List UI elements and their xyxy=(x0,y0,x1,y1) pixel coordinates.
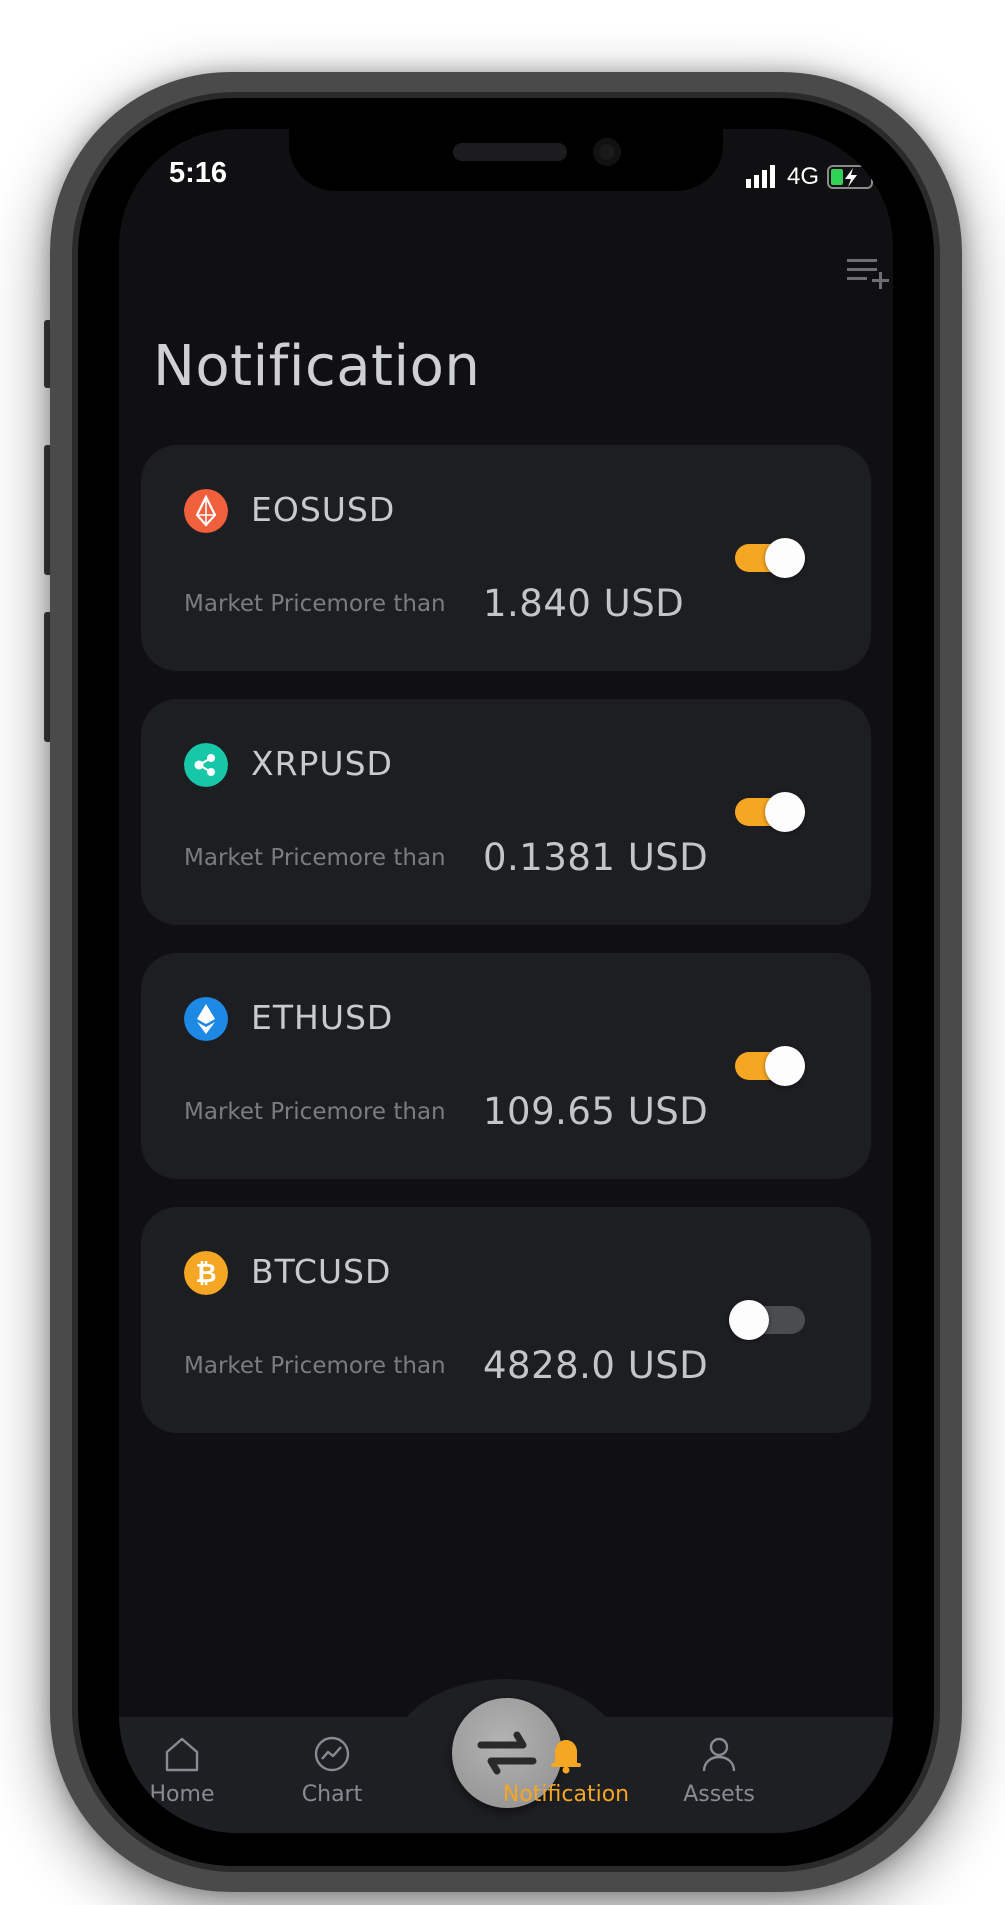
toggle-knob xyxy=(765,792,805,832)
alert-price: 109.65 USD xyxy=(483,1090,709,1133)
home-icon xyxy=(165,1737,199,1772)
tab-home[interactable]: Home xyxy=(119,1734,252,1807)
tab-label-home: Home xyxy=(149,1782,215,1807)
tab-label-chart: Chart xyxy=(301,1782,363,1807)
svg-text:₿: ₿ xyxy=(195,1259,216,1289)
user-icon xyxy=(702,1737,736,1772)
alert-toggle-on[interactable] xyxy=(735,792,805,832)
bell-icon xyxy=(551,1740,581,1774)
alert-condition: Market Pricemore than xyxy=(184,1353,446,1379)
pair-name: XRPUSD xyxy=(251,744,393,783)
alert-condition: Market Pricemore than xyxy=(184,1099,446,1125)
alert-condition: Market Pricemore than xyxy=(184,591,446,617)
alert-card-ethusd: ETHUSD Market Pricemore than 109.65 USD xyxy=(141,953,871,1179)
alert-price: 4828.0 USD xyxy=(483,1344,709,1387)
front-camera xyxy=(593,138,621,166)
chart-icon xyxy=(314,1736,350,1772)
toggle-knob xyxy=(765,538,805,578)
speaker-grille xyxy=(453,143,567,161)
tab-assets[interactable]: Assets xyxy=(649,1734,789,1807)
eth-icon xyxy=(184,997,228,1041)
alert-card-eosusd: EOSUSD Market Pricemore than 1.840 USD xyxy=(141,445,871,671)
alert-toggle-off[interactable] xyxy=(729,1300,805,1340)
alert-card-xrpusd: XRPUSD Market Pricemore than 0.1381 USD xyxy=(141,699,871,925)
tab-notification[interactable]: Notification xyxy=(496,1734,636,1807)
add-alert-icon[interactable] xyxy=(847,257,891,291)
alert-price: 0.1381 USD xyxy=(483,836,709,879)
network-type: 4G xyxy=(786,163,819,190)
tab-label-notification: Notification xyxy=(502,1782,630,1807)
toggle-knob xyxy=(729,1300,769,1340)
eos-icon xyxy=(184,489,228,533)
pair-name: EOSUSD xyxy=(251,490,396,529)
btc-icon: ₿ xyxy=(184,1251,228,1295)
status-time: 5:16 xyxy=(169,157,228,189)
toggle-knob xyxy=(765,1046,805,1086)
notch xyxy=(289,129,723,191)
battery-charging-icon xyxy=(827,165,877,189)
alert-card-btcusd: ₿ BTCUSD Market Pricemore than 4828.0 US… xyxy=(141,1207,871,1433)
alert-condition: Market Pricemore than xyxy=(184,845,446,871)
tab-label-assets: Assets xyxy=(683,1782,755,1807)
status-indicators: 4G xyxy=(745,163,879,191)
signal-icon xyxy=(745,165,775,188)
alert-toggle-on[interactable] xyxy=(735,538,805,578)
alert-price: 1.840 USD xyxy=(483,582,685,625)
page-title: Notification xyxy=(153,334,481,399)
alert-toggle-on[interactable] xyxy=(735,1046,805,1086)
pair-name: ETHUSD xyxy=(251,998,394,1037)
xrp-icon xyxy=(184,743,228,787)
pair-name: BTCUSD xyxy=(251,1252,392,1291)
app-screen: 5:16 4G Notification EOSUSD Market Price… xyxy=(119,129,893,1833)
tab-chart[interactable]: Chart xyxy=(262,1734,402,1807)
